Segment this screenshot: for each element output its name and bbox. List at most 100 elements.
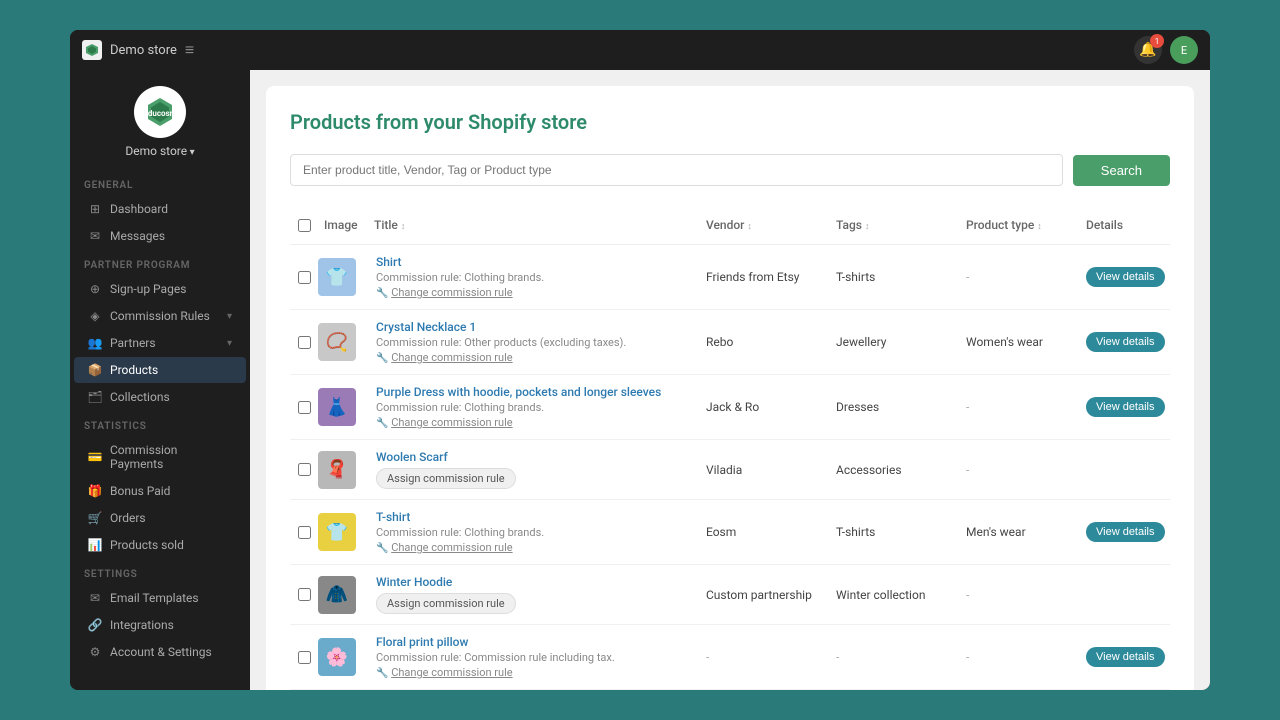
search-button[interactable]: Search <box>1073 155 1170 186</box>
products-sold-icon: 📊 <box>88 538 102 552</box>
select-all-checkbox[interactable] <box>298 219 311 232</box>
sidebar-item-products-sold[interactable]: 📊Products sold <box>74 532 246 558</box>
content-inner: Products from your Shopify store Search … <box>266 86 1194 690</box>
notifications-button[interactable]: 🔔 1 <box>1134 36 1162 64</box>
table-rows: 👕 Shirt Commission rule: Clothing brands. 🔧… <box>290 245 1170 690</box>
commission-rule: Commission rule: Clothing brands. <box>376 271 692 284</box>
commission-rules-icon: ◈ <box>88 309 102 323</box>
product-title[interactable]: Purple Dress with hoodie, pockets and lo… <box>376 385 692 399</box>
header-vendor[interactable]: Vendor ↕ <box>700 214 830 236</box>
partners-icon: 👥 <box>88 336 102 350</box>
sidebar-item-messages[interactable]: ✉Messages <box>74 223 246 249</box>
sidebar-item-dashboard[interactable]: ⊞Dashboard <box>74 196 246 222</box>
vendor-cell: Friends from Etsy <box>700 270 830 284</box>
sidebar-item-label: Integrations <box>110 618 174 632</box>
row-checkbox[interactable] <box>290 588 318 601</box>
tags-cell: T-shirts <box>830 270 960 284</box>
assign-commission-button[interactable]: Assign commission rule <box>376 593 516 614</box>
product-info: Winter Hoodie Assign commission rule <box>368 575 700 614</box>
user-avatar[interactable]: E <box>1170 36 1198 64</box>
product-title[interactable]: Crystal Necklace 1 <box>376 320 692 334</box>
product-title[interactable]: Shirt <box>376 255 692 269</box>
sidebar-item-products[interactable]: 📦Products <box>74 357 246 383</box>
chevron-down-icon: ▾ <box>227 311 232 322</box>
vendor-cell: Jack & Ro <box>700 400 830 414</box>
row-select-checkbox[interactable] <box>298 463 311 476</box>
commission-rule: Commission rule: Commission rule includi… <box>376 651 692 664</box>
commission-rule: Commission rule: Other products (excludi… <box>376 336 692 349</box>
email-templates-icon: ✉ <box>88 591 102 605</box>
sidebar-item-account-settings[interactable]: ⚙Account & Settings <box>74 639 246 665</box>
product-info: Crystal Necklace 1 Commission rule: Other… <box>368 320 700 364</box>
product-info: Purple Dress with hoodie, pockets and lo… <box>368 385 700 429</box>
view-details-button[interactable]: View details <box>1086 397 1165 417</box>
sign-up-pages-icon: ⊕ <box>88 282 102 296</box>
table-row: 🌸 Floral print pillow Commission rule: Com… <box>290 625 1170 690</box>
product-title[interactable]: Floral print pillow <box>376 635 692 649</box>
row-select-checkbox[interactable] <box>298 651 311 664</box>
view-details-button[interactable]: View details <box>1086 332 1165 352</box>
product-type-cell: - <box>960 650 1080 664</box>
search-input[interactable] <box>290 154 1063 186</box>
commission-rule: Commission rule: Clothing brands. <box>376 401 692 414</box>
product-image: 🌸 <box>318 638 368 676</box>
product-image: 👕 <box>318 258 368 296</box>
change-commission-link[interactable]: 🔧 Change commission rule <box>376 541 692 554</box>
row-select-checkbox[interactable] <box>298 271 311 284</box>
sidebar-item-sign-up-pages[interactable]: ⊕ Sign-up Pages <box>74 276 246 302</box>
view-details-button[interactable]: View details <box>1086 647 1165 667</box>
product-title[interactable]: T-shirt <box>376 510 692 524</box>
row-checkbox[interactable] <box>290 336 318 349</box>
product-title[interactable]: Woolen Scarf <box>376 450 692 464</box>
product-type-cell: Women's wear <box>960 335 1080 349</box>
store-name-dropdown[interactable]: Demo store <box>125 144 194 158</box>
row-checkbox[interactable] <box>290 401 318 414</box>
tags-cell: - <box>830 650 960 664</box>
details-cell: View details <box>1080 267 1170 287</box>
view-details-button[interactable]: View details <box>1086 522 1165 542</box>
product-title[interactable]: Winter Hoodie <box>376 575 692 589</box>
sidebar-item-email-templates[interactable]: ✉Email Templates <box>74 585 246 611</box>
product-type-cell: - <box>960 400 1080 414</box>
row-select-checkbox[interactable] <box>298 401 311 414</box>
bonus-paid-icon: 🎁 <box>88 484 102 498</box>
product-type-cell: - <box>960 463 1080 477</box>
view-details-button[interactable]: View details <box>1086 267 1165 287</box>
sidebar-item-partners[interactable]: 👥Partners▾ <box>74 330 246 356</box>
main-layout: Educosm Demo store GENERAL⊞Dashboard✉Mes… <box>70 70 1210 690</box>
sidebar-item-integrations[interactable]: 🔗Integrations <box>74 612 246 638</box>
change-commission-link[interactable]: 🔧 Change commission rule <box>376 416 692 429</box>
change-commission-link[interactable]: 🔧 Change commission rule <box>376 666 692 679</box>
titlebar-left: Demo store ≡ <box>82 40 194 60</box>
titlebar-right: 🔔 1 E <box>1134 36 1198 64</box>
row-select-checkbox[interactable] <box>298 526 311 539</box>
header-tags[interactable]: Tags ↕ <box>830 214 960 236</box>
sidebar-item-label: Orders <box>110 511 146 525</box>
assign-commission-button[interactable]: Assign commission rule <box>376 468 516 489</box>
sidebar-item-label: Products <box>110 363 158 377</box>
header-checkbox[interactable] <box>290 214 318 236</box>
hamburger-icon[interactable]: ≡ <box>185 40 194 60</box>
row-select-checkbox[interactable] <box>298 588 311 601</box>
row-checkbox[interactable] <box>290 463 318 476</box>
sidebar-item-collections[interactable]: 🗂Collections <box>74 384 246 410</box>
sidebar-item-orders[interactable]: 🛒Orders <box>74 505 246 531</box>
sidebar-item-commission-rules[interactable]: ◈Commission Rules▾ <box>74 303 246 329</box>
row-checkbox[interactable] <box>290 651 318 664</box>
row-select-checkbox[interactable] <box>298 336 311 349</box>
row-checkbox[interactable] <box>290 271 318 284</box>
sidebar-item-label: Messages <box>110 229 165 243</box>
sidebar-item-commission-payments[interactable]: 💳Commission Payments <box>74 437 246 477</box>
sidebar-item-label: Collections <box>110 390 170 404</box>
sidebar-section-label: STATISTICS <box>70 411 250 436</box>
sidebar-item-label: Sign-up Pages <box>110 282 186 296</box>
product-info: Shirt Commission rule: Clothing brands. 🔧 … <box>368 255 700 299</box>
sidebar-logo-section: Educosm Demo store <box>70 70 250 170</box>
header-title[interactable]: Title ↕ <box>368 214 700 236</box>
sidebar-item-bonus-paid[interactable]: 🎁Bonus Paid <box>74 478 246 504</box>
row-checkbox[interactable] <box>290 526 318 539</box>
change-commission-link[interactable]: 🔧 Change commission rule <box>376 286 692 299</box>
header-product-type[interactable]: Product type ↕ <box>960 214 1080 236</box>
vendor-cell: Rebo <box>700 335 830 349</box>
change-commission-link[interactable]: 🔧 Change commission rule <box>376 351 692 364</box>
